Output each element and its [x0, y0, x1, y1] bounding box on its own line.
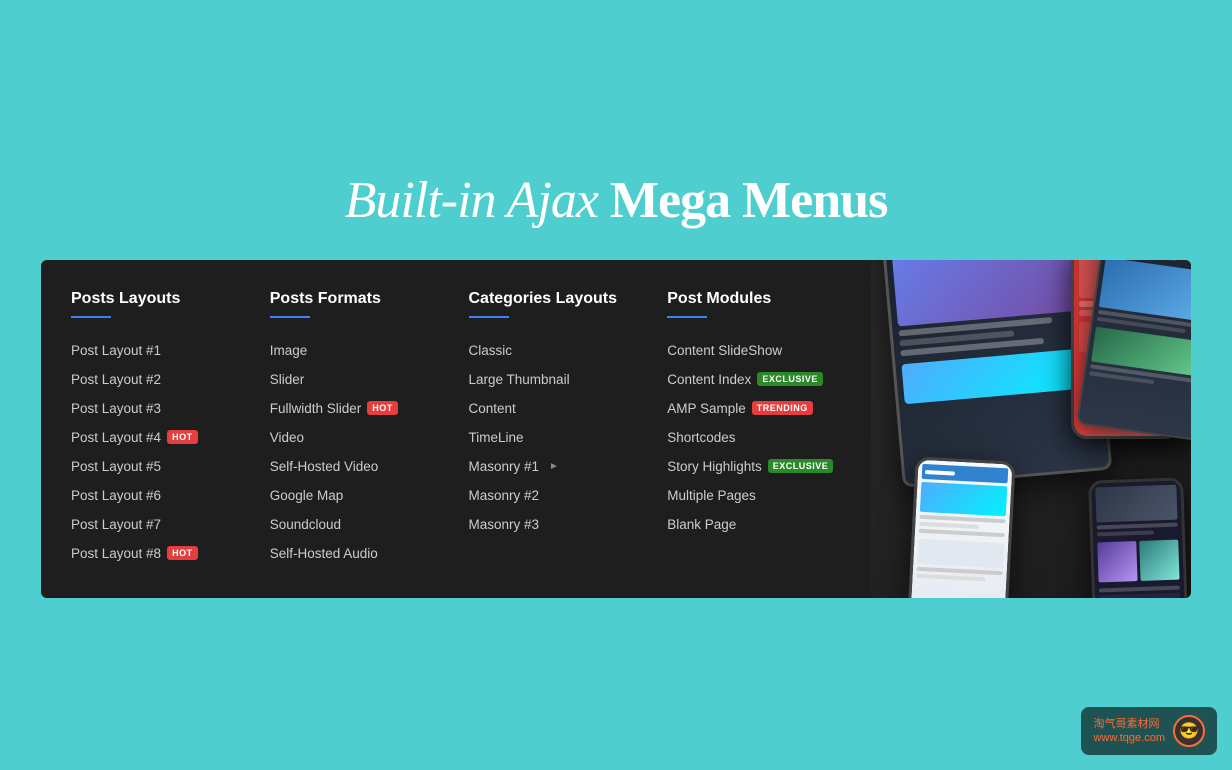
column-title-posts-layouts: Posts Layouts — [71, 290, 240, 308]
menu-item[interactable]: Shortcodes — [667, 423, 836, 452]
badge-hot: HOT — [167, 546, 198, 560]
column-divider-3 — [469, 316, 509, 318]
menu-item[interactable]: Image — [270, 336, 439, 365]
watermark-icon: 😎 — [1173, 715, 1205, 747]
column-title-post-modules: Post Modules — [667, 290, 836, 308]
menu-item[interactable]: Post Layout #5 — [71, 452, 240, 481]
menu-item[interactable]: Post Layout #6 — [71, 481, 240, 510]
menu-item[interactable]: AMP Sample TRENDING — [667, 394, 836, 423]
column-divider-1 — [71, 316, 111, 318]
menu-item[interactable]: Self-Hosted Audio — [270, 539, 439, 568]
menu-item[interactable]: Post Layout #4 HOT — [71, 423, 240, 452]
column-posts-formats: Posts Formats Image Slider Fullwidth Sli… — [255, 290, 454, 568]
column-divider-2 — [270, 316, 310, 318]
column-title-categories-layouts: Categories Layouts — [469, 290, 638, 308]
menu-item[interactable]: Masonry #3 — [469, 510, 638, 539]
page-container: Built-in Ajax Mega Menus Posts Layouts P… — [0, 0, 1232, 770]
menu-item[interactable]: Content Index EXCLUSIVE — [667, 365, 836, 394]
page-headline: Built-in Ajax Mega Menus — [345, 172, 888, 229]
menu-item[interactable]: Masonry #2 — [469, 481, 638, 510]
badge-hot: HOT — [167, 430, 198, 444]
device-mockup-panel: Weather Forecast Melbourne — [871, 260, 1191, 598]
badge-exclusive: EXCLUSIVE — [768, 459, 834, 473]
column-categories-layouts: Categories Layouts Classic Large Thumbna… — [454, 290, 653, 568]
menu-item-large-thumbnail[interactable]: Large Thumbnail — [469, 365, 638, 394]
badge-trending: TRENDING — [752, 401, 813, 415]
menu-item[interactable]: Story Highlights EXCLUSIVE — [667, 452, 836, 481]
menu-item[interactable]: Post Layout #1 — [71, 336, 240, 365]
column-title-posts-formats: Posts Formats — [270, 290, 439, 308]
menu-item[interactable]: Google Map — [270, 481, 439, 510]
menu-item[interactable]: Fullwidth Slider HOT — [270, 394, 439, 423]
badge-hot: HOT — [367, 401, 398, 415]
menu-item[interactable]: Self-Hosted Video — [270, 452, 439, 481]
column-divider-4 — [667, 316, 707, 318]
menu-item[interactable]: Masonry #1 ► — [469, 452, 638, 481]
watermark-line1: 淘气哥素材网 — [1093, 717, 1165, 731]
watermark-line2: www.tqge.com — [1093, 731, 1165, 745]
menu-item[interactable]: TimeLine — [469, 423, 638, 452]
menu-item[interactable]: Multiple Pages — [667, 481, 836, 510]
menu-item[interactable]: Post Layout #3 — [71, 394, 240, 423]
headline-bold: Mega Menus — [610, 172, 887, 229]
menu-columns: Posts Layouts Post Layout #1 Post Layout… — [41, 260, 871, 598]
device-phone-dark — [1088, 477, 1189, 598]
submenu-arrow-icon: ► — [549, 461, 559, 472]
menu-item[interactable]: Content — [469, 394, 638, 423]
mega-menu-box: Posts Layouts Post Layout #1 Post Layout… — [41, 260, 1191, 598]
menu-item[interactable]: Blank Page — [667, 510, 836, 539]
device-phone-blue — [906, 456, 1015, 597]
menu-item[interactable]: Slider — [270, 365, 439, 394]
menu-item[interactable]: Video — [270, 423, 439, 452]
headline-italic: Built-in Ajax — [345, 172, 610, 229]
menu-item[interactable]: Post Layout #8 HOT — [71, 539, 240, 568]
menu-item[interactable]: Post Layout #7 — [71, 510, 240, 539]
device-mockup-container: Weather Forecast Melbourne — [871, 260, 1191, 598]
menu-item[interactable]: Content SlideShow — [667, 336, 836, 365]
column-post-modules: Post Modules Content SlideShow Content I… — [652, 290, 851, 568]
menu-item[interactable]: Post Layout #2 — [71, 365, 240, 394]
device-stack: Weather Forecast Melbourne — [891, 260, 1191, 598]
menu-item[interactable]: Soundcloud — [270, 510, 439, 539]
watermark-text-block: 淘气哥素材网 www.tqge.com — [1093, 717, 1165, 746]
menu-item[interactable]: Classic — [469, 336, 638, 365]
column-posts-layouts: Posts Layouts Post Layout #1 Post Layout… — [71, 290, 255, 568]
badge-exclusive: EXCLUSIVE — [757, 372, 823, 386]
watermark: 淘气哥素材网 www.tqge.com 😎 — [1081, 707, 1217, 755]
